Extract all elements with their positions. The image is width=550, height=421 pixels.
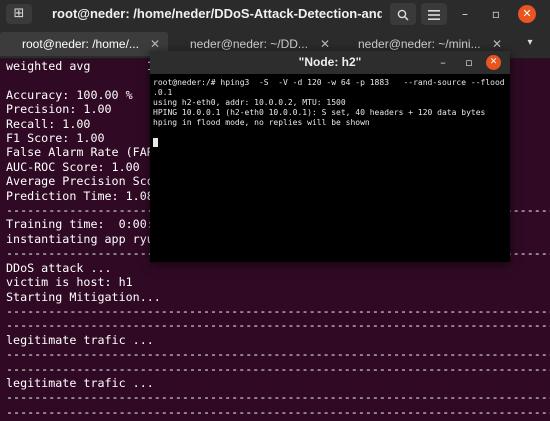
node-terminal-line: hping in flood mode, no replies will be … [153,118,370,127]
terminal-line: weighted avg 1.0 [6,59,168,73]
tab-list-dropdown-icon[interactable]: ▾ [520,34,540,52]
terminal-line: ----------------------------------------… [6,347,550,362]
terminal-line: ----------------------------------------… [6,404,550,419]
search-icon [397,7,409,21]
window-titlebar: ⊞ root@neder: /home/neder/DDoS-Attack-De… [0,0,550,28]
window-title: root@neder: /home/neder/DDoS-Attack-Dete… [52,6,382,21]
node-terminal-line: using h2-eth0, addr: 10.0.0.2, MTU: 1500 [153,98,346,107]
node-h2-xterm-window: "Node: h2" – ▫ ✕ root@neder:/# hping3 -S… [150,51,510,262]
terminal-line: Average Precision Scor [6,174,161,189]
node-h2-terminal-text: root@neder:/# hping3 -S -V -d 120 -w 64 … [153,78,510,128]
terminal-line: Precision: 1.00 [6,102,112,117]
node-terminal-line: .0.1 [153,88,173,97]
node-h2-terminal[interactable]: root@neder:/# hping3 -S -V -d 120 -w 64 … [150,74,510,262]
close-button[interactable]: ✕ [518,5,536,23]
terminal-line: ----------------------------------------… [6,303,550,318]
terminal-application-window: ⊞ root@neder: /home/neder/DDoS-Attack-De… [0,0,550,421]
terminal-line: ----------------------------------------… [6,318,550,333]
node-h2-titlebar: "Node: h2" – ▫ ✕ [150,51,510,74]
minimize-button[interactable]: – [455,5,475,23]
terminal-line: Starting Mitigation... [6,289,161,304]
terminal-line: AUC-ROC Score: 1.00 [6,159,140,174]
terminal-line: ----------------------------------------… [6,361,550,376]
terminal-line: Recall: 1.00 [6,116,91,131]
terminal-line: False Alarm Rate (FAR) [6,145,161,160]
terminal-line: legitimate trafic ... [6,332,154,347]
terminal-line: ----------------------------------------… [6,390,550,405]
search-button[interactable] [390,3,416,25]
terminal-line: Prediction Time: 1.083 [6,188,161,203]
terminal-line: victim is host: h1 [6,275,133,290]
node-close-button[interactable]: ✕ [486,55,501,70]
hamburger-menu-icon [428,7,440,21]
new-tab-button[interactable]: ⊞ [6,4,32,24]
terminal-line: Accuracy: 100.00 % [6,87,133,102]
node-minimize-button[interactable]: – [434,54,452,71]
terminal-line: DDoS attack ... [6,260,112,275]
new-tab-icon: ⊞ [13,6,25,21]
node-h2-title: "Node: h2" [298,55,362,69]
tab-label: root@neder: /home/... [22,37,139,51]
menu-button[interactable] [421,3,447,25]
text-cursor [153,138,158,147]
node-terminal-line: HPING 10.0.0.1 (h2-eth0 10.0.0.1): S set… [153,108,486,117]
node-maximize-button[interactable]: ▫ [460,54,478,71]
terminal-line: F1 Score: 1.00 [6,131,105,146]
terminal-line: instantiating app ryu. [6,231,161,246]
node-terminal-line: root@neder:/# hping3 -S -V -d 120 -w 64 … [153,78,510,87]
maximize-button[interactable]: ▫ [486,5,506,23]
tab-root-neder-home[interactable]: root@neder: /home/... ✕ [0,32,168,56]
terminal-line: Training time: 0:00:2 [6,217,161,232]
terminal-line: legitimate trafic ... [6,375,154,390]
